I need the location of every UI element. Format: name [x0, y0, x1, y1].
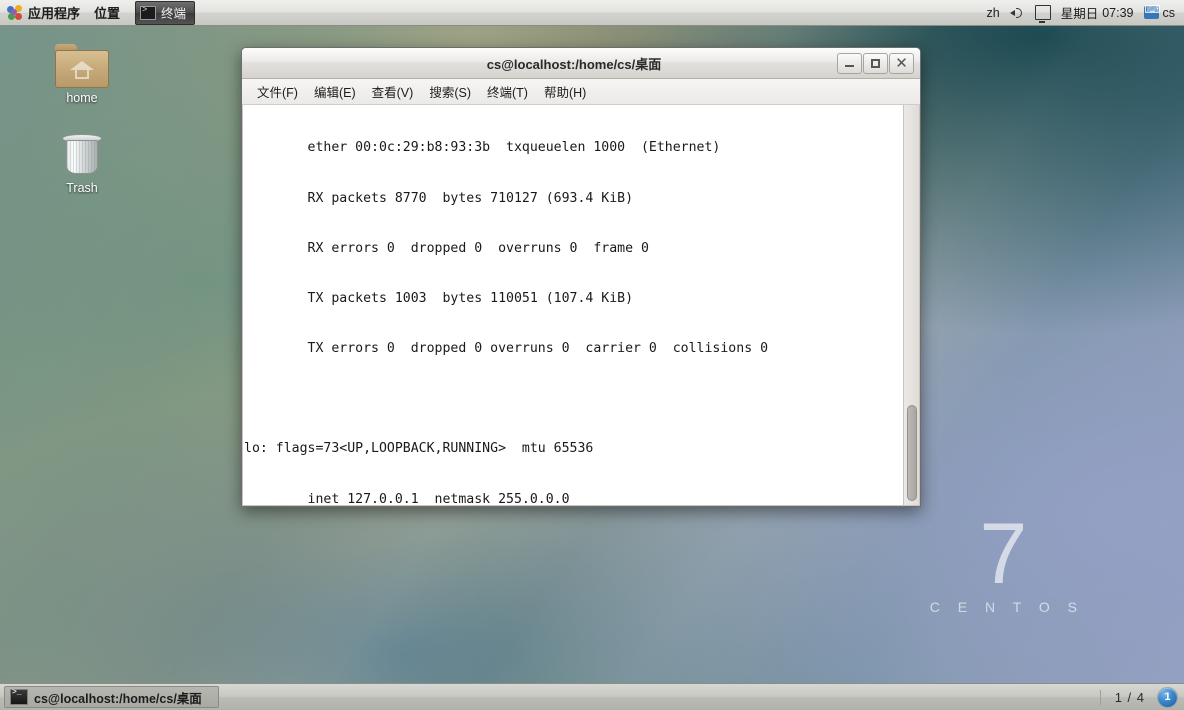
volume-indicator[interactable]: [1009, 6, 1025, 20]
input-method-label: zh: [986, 5, 1000, 20]
gnome-logo-icon: [7, 4, 23, 21]
screen-root: 7 C E N T O S home Trash 应用程序 位置 终端: [0, 0, 1184, 710]
window-controls: ✕: [836, 52, 920, 74]
display-indicator[interactable]: [1034, 5, 1051, 23]
keyboard-icon: [1143, 3, 1160, 19]
terminal-line: TX errors 0 dropped 0 overruns 0 carrier…: [244, 341, 769, 357]
home-folder-icon: [55, 44, 109, 88]
desktop-icon-home-label: home: [66, 91, 98, 105]
input-method-indicator[interactable]: zh: [987, 6, 1000, 20]
places-menu-label: 位置: [94, 6, 121, 21]
places-menu[interactable]: 位置: [87, 1, 127, 25]
terminal-menubar: 文件(F) 编辑(E) 查看(V) 搜索(S) 终端(T) 帮助(H): [242, 79, 920, 105]
terminal-line: ether 00:0c:29:b8:93:3b txqueuelen 1000 …: [244, 140, 721, 156]
terminal-titlebar[interactable]: cs@localhost:/home/cs/桌面 ✕: [242, 48, 920, 79]
terminal-scrollbar[interactable]: [903, 105, 919, 505]
minimize-button[interactable]: [837, 52, 862, 74]
speaker-icon: [1009, 6, 1025, 20]
terminal-line: inet 127.0.0.1 netmask 255.0.0.0: [244, 491, 570, 505]
menu-edit[interactable]: 编辑(E): [307, 80, 363, 103]
terminal-line: RX packets 8770 bytes 710127 (693.4 KiB): [244, 190, 634, 206]
clock-time-label: 07:39: [1102, 5, 1134, 20]
window-title: cs@localhost:/home/cs/桌面: [486, 56, 662, 72]
menu-search[interactable]: 搜索(S): [422, 80, 478, 103]
panel-window-list: 终端: [135, 0, 196, 25]
workspace-current-badge[interactable]: 1: [1157, 686, 1178, 708]
taskbar-button-label: cs@localhost:/home/cs/桌面: [34, 691, 202, 706]
keyboard-layout-label: cs: [1162, 5, 1176, 20]
desktop-icon-trash[interactable]: Trash: [34, 132, 130, 195]
desktop-icon-home[interactable]: home: [34, 44, 130, 105]
terminal-output-area[interactable]: ether 00:0c:29:b8:93:3b txqueuelen 1000 …: [242, 105, 920, 506]
terminal-window[interactable]: cs@localhost:/home/cs/桌面 ✕ 文件(F) 编辑(E) 查…: [241, 47, 921, 507]
terminal-icon: [10, 688, 28, 705]
panel-window-button-terminal[interactable]: 终端: [135, 0, 196, 25]
top-panel: 应用程序 位置 终端 zh 星期日 07:39: [0, 0, 1184, 26]
terminal-line: lo: flags=73<UP,LOOPBACK,RUNNING> mtu 65…: [244, 441, 594, 457]
trash-icon: [60, 132, 104, 178]
taskbar-button-terminal[interactable]: cs@localhost:/home/cs/桌面: [4, 686, 219, 708]
terminal-line: TX packets 1003 bytes 110051 (107.4 KiB): [244, 290, 634, 306]
clock[interactable]: 星期日 07:39: [1061, 3, 1134, 22]
bottom-panel: cs@localhost:/home/cs/桌面 1 / 4 1: [0, 683, 1184, 710]
clock-day-label: 星期日: [1060, 7, 1099, 21]
close-button[interactable]: ✕: [889, 52, 914, 74]
panel-status-area: zh 星期日 07:39 cs: [987, 3, 1184, 23]
applications-menu[interactable]: 应用程序: [0, 1, 87, 25]
terminal-scrollbar-thumb[interactable]: [907, 405, 917, 501]
workspace-switcher: 1 / 4 1: [1099, 686, 1184, 708]
panel-window-button-label: 终端: [161, 7, 187, 21]
menu-help[interactable]: 帮助(H): [537, 80, 593, 103]
applications-menu-label: 应用程序: [28, 6, 81, 21]
menu-view[interactable]: 查看(V): [365, 80, 421, 103]
desktop-icon-trash-label: Trash: [66, 181, 98, 195]
maximize-button[interactable]: [863, 52, 888, 74]
menu-file[interactable]: 文件(F): [250, 80, 305, 103]
terminal-text: ether 00:0c:29:b8:93:3b txqueuelen 1000 …: [243, 107, 902, 505]
display-icon: [1034, 5, 1051, 23]
terminal-icon: [140, 5, 157, 20]
workspace-indicator-label[interactable]: 1 / 4: [1099, 689, 1149, 705]
keyboard-layout-indicator[interactable]: cs: [1143, 3, 1176, 20]
menu-terminal[interactable]: 终端(T): [480, 80, 535, 103]
terminal-line: RX errors 0 dropped 0 overruns 0 frame 0: [244, 240, 649, 256]
